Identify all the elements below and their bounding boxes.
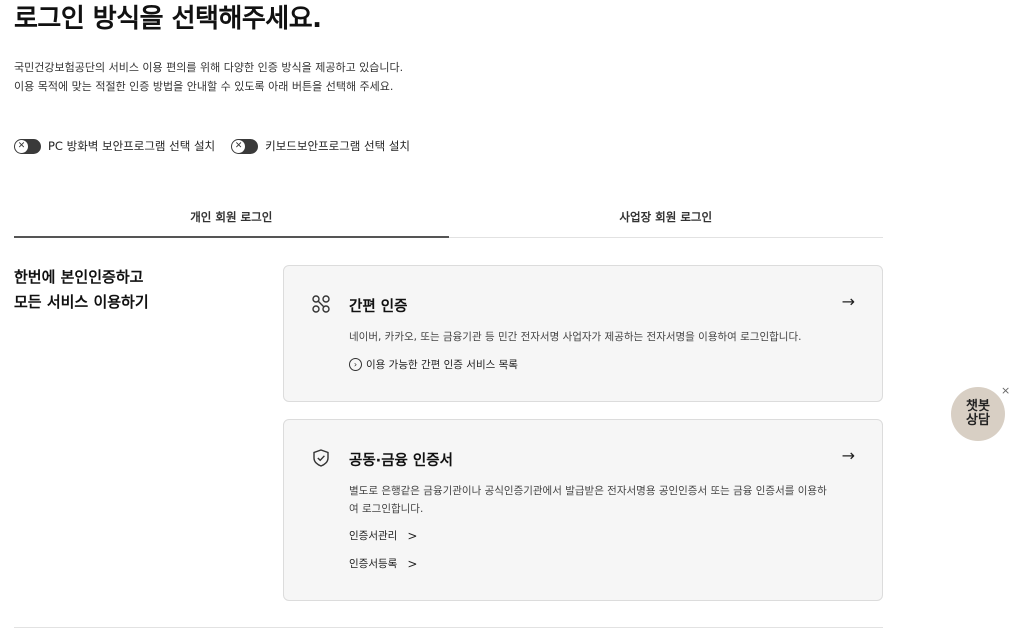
side-heading-line-2: 모든 서비스 이용하기 xyxy=(14,293,149,311)
page-title: 로그인 방식을 선택해주세요. xyxy=(14,4,322,34)
security-toggles: ✕ PC 방화벽 보안프로그램 선택 설치 ✕ 키보드보안프로그램 선택 설치 xyxy=(14,138,410,154)
page-description: 국민건강보험공단의 서비스 이용 편의를 위해 다양한 인증 방식을 제공하고 … xyxy=(14,58,403,96)
simple-auth-service-list-link[interactable]: › 이용 가능한 간편 인증 서비스 목록 xyxy=(349,357,518,372)
certificate-auth-card[interactable]: 공동·금융 인증서 → 별도로 은행같은 금융기관이나 공식인증기관에서 발급받… xyxy=(283,419,883,601)
side-heading-line-1: 한번에 본인인증하고 xyxy=(14,268,144,286)
shield-check-icon xyxy=(313,449,329,467)
side-heading: 한번에 본인인증하고 모든 서비스 이용하기 xyxy=(14,265,149,315)
login-tabs: 개인 회원 로그인 사업장 회원 로그인 xyxy=(14,200,883,238)
arrow-right-icon[interactable]: → xyxy=(842,446,855,465)
firewall-toggle-label: PC 방화벽 보안프로그램 선택 설치 xyxy=(48,139,216,153)
toggle-off-icon: ✕ xyxy=(232,139,246,153)
link-chain-icon xyxy=(312,295,330,313)
description-line-1: 국민건강보험공단의 서비스 이용 편의를 위해 다양한 인증 방식을 제공하고 … xyxy=(14,61,404,74)
chatbot-label-line-1: 챗봇 xyxy=(966,399,990,414)
close-icon[interactable]: × xyxy=(1001,384,1010,397)
chatbot-label-line-2: 상담 xyxy=(966,413,990,428)
toggle-off-icon: ✕ xyxy=(15,139,28,153)
firewall-toggle[interactable]: ✕ PC 방화벽 보안프로그램 선택 설치 xyxy=(14,138,215,154)
arrow-right-icon[interactable]: → xyxy=(842,292,855,311)
simple-auth-service-list-label: 이용 가능한 간편 인증 서비스 목록 xyxy=(366,359,518,371)
keyboard-security-toggle-label: 키보드보안프로그램 선택 설치 xyxy=(265,139,410,153)
chevron-right-icon: > xyxy=(407,556,418,571)
certificate-auth-description: 별도로 은행같은 금융기관이나 공식인증기관에서 발급받은 전자서명용 공인인증… xyxy=(349,485,827,515)
simple-auth-title: 간편 인증 xyxy=(349,299,408,315)
toggle-switch[interactable]: ✕ xyxy=(231,138,259,154)
description-line-2: 이용 목적에 맞는 적절한 인증 방법을 안내할 수 있도록 아래 버튼을 선택… xyxy=(14,80,394,93)
simple-auth-card[interactable]: 간편 인증 → 네이버, 카카오, 또는 금융기관 등 민간 전자서명 사업자가… xyxy=(283,265,883,402)
chevron-right-icon: > xyxy=(407,528,418,543)
simple-auth-description: 네이버, 카카오, 또는 금융기관 등 민간 전자서명 사업자가 제공하는 전자… xyxy=(349,331,802,343)
chevron-circle-icon: › xyxy=(349,358,362,371)
tab-personal-login[interactable]: 개인 회원 로그인 xyxy=(14,200,449,238)
chatbot-button[interactable]: 챗봇 상담 xyxy=(951,387,1005,441)
certificate-auth-title: 공동·금융 인증서 xyxy=(349,453,453,469)
keyboard-security-toggle[interactable]: ✕ 키보드보안프로그램 선택 설치 xyxy=(231,138,410,154)
certificate-manage-label: 인증서관리 xyxy=(349,530,398,542)
certificate-register-label: 인증서등록 xyxy=(349,558,398,570)
divider xyxy=(14,627,883,628)
toggle-switch[interactable]: ✕ xyxy=(14,138,41,154)
certificate-manage-link[interactable]: 인증서관리 > xyxy=(349,528,417,543)
tab-business-login[interactable]: 사업장 회원 로그인 xyxy=(449,200,884,237)
certificate-register-link[interactable]: 인증서등록 > xyxy=(349,556,417,571)
